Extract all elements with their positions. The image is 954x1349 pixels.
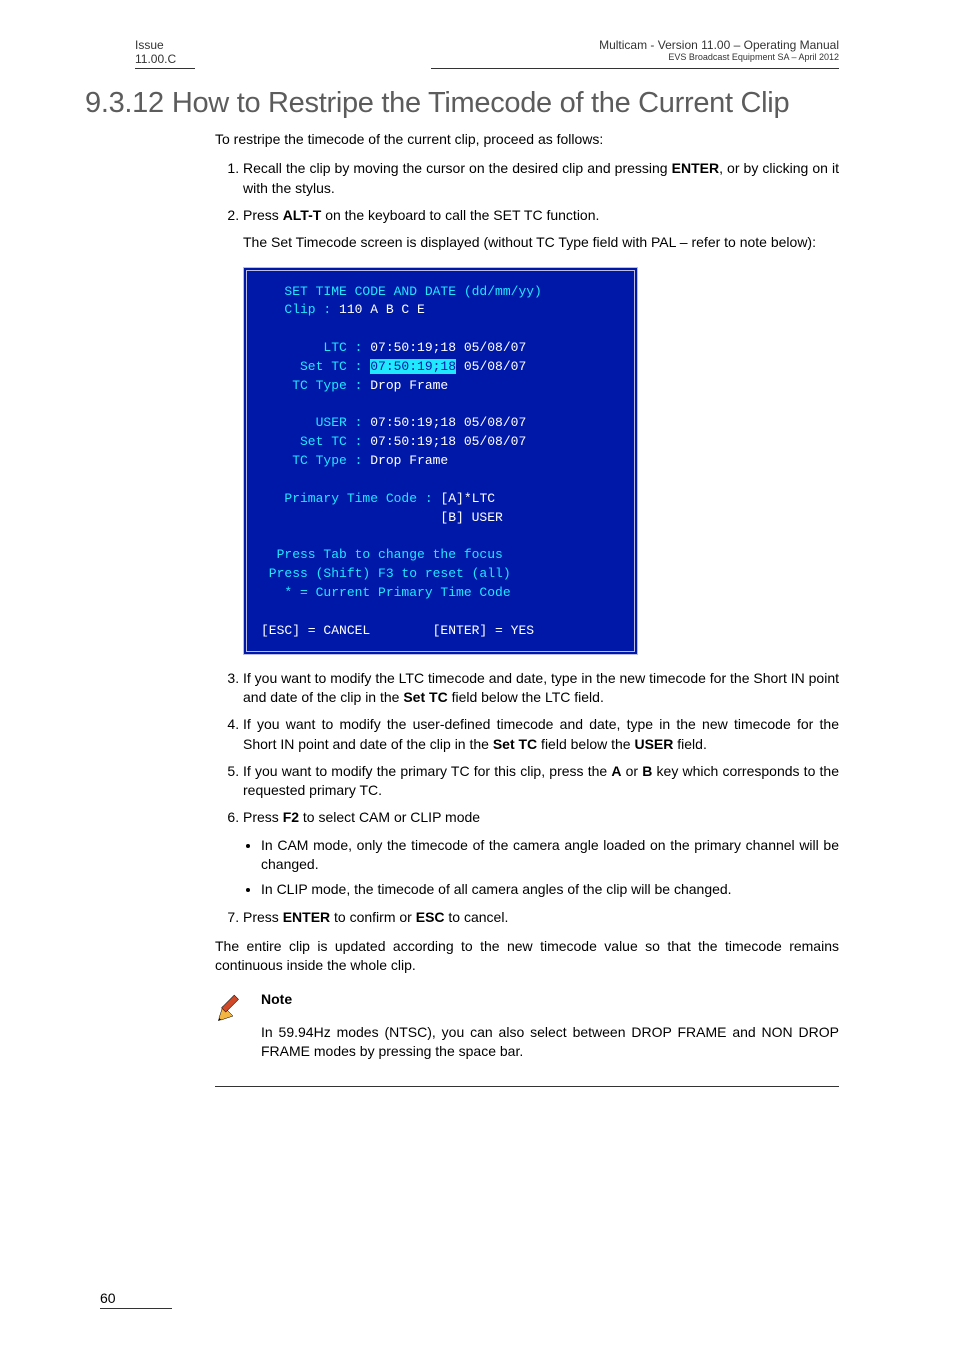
steps-list: Recall the clip by moving the cursor on … — [215, 159, 839, 927]
step-5-text-a: If you want to modify the primary TC for… — [243, 763, 611, 779]
manual-title: Multicam - Version 11.00 – Operating Man… — [599, 38, 839, 52]
step-4-text-e: field. — [673, 736, 706, 752]
step-3: If you want to modify the LTC timecode a… — [243, 669, 839, 708]
step-7-key-esc: ESC — [416, 909, 445, 925]
step-2: Press ALT-T on the keyboard to call the … — [243, 206, 839, 655]
step-6-bullet-2: In CLIP mode, the timecode of all camera… — [261, 880, 839, 899]
step-7-text-c: to confirm or — [330, 909, 416, 925]
step-6-text-a: Press — [243, 809, 283, 825]
term-line-19: [ESC] = CANCEL [ENTER] = YES — [261, 623, 534, 638]
section-number: 9.3.12 — [85, 87, 164, 119]
term-line-4b: 07:50:19;18 05/08/07 — [370, 340, 526, 355]
term-line-5b-selected: 07:50:19;18 — [370, 359, 456, 374]
term-line-9b: 07:50:19;18 05/08/07 — [370, 434, 526, 449]
term-line-8a: USER : — [261, 415, 370, 430]
issue-version: 11.00.C — [135, 52, 176, 66]
pencil-icon — [215, 990, 247, 1022]
section-title-text: How to Restripe the Timecode of the Curr… — [172, 87, 789, 119]
step-4-text-c: field below the — [537, 736, 634, 752]
step-7-key-enter: ENTER — [283, 909, 330, 925]
term-line-5c: 05/08/07 — [456, 359, 526, 374]
term-line-10b: Drop Frame — [370, 453, 448, 468]
note-block: Note In 59.94Hz modes (NTSC), you can al… — [215, 990, 839, 1076]
step-2-text-a: Press — [243, 207, 283, 223]
step-4-set-tc: Set TC — [493, 736, 537, 752]
note-title: Note — [261, 990, 839, 1009]
manual-subtitle: EVS Broadcast Equipment SA – April 2012 — [599, 52, 839, 62]
step-5-key-a: A — [611, 763, 621, 779]
step-6: Press F2 to select CAM or CLIP mode In C… — [243, 808, 839, 899]
step-3-set-tc: Set TC — [403, 689, 447, 705]
set-timecode-terminal: SET TIME CODE AND DATE (dd/mm/yy) Clip :… — [243, 267, 638, 655]
page-number-value: 60 — [100, 1290, 116, 1306]
note-content: Note In 59.94Hz modes (NTSC), you can al… — [261, 990, 839, 1076]
step-5: If you want to modify the primary TC for… — [243, 762, 839, 801]
header-left: Issue 11.00.C — [135, 38, 176, 66]
header-rule-right — [431, 68, 839, 69]
page-number: 60 — [100, 1290, 172, 1309]
step-4-user: USER — [634, 736, 673, 752]
term-line-2a: Clip : — [261, 302, 339, 317]
term-line-15: Press Tab to change the focus — [261, 547, 503, 562]
closing-paragraph: The entire clip is updated according to … — [215, 937, 839, 976]
term-line-8b: 07:50:19;18 05/08/07 — [370, 415, 526, 430]
term-line-12b: [A]*LTC — [440, 491, 495, 506]
step-2-text-d: The Set Timecode screen is displayed (wi… — [243, 233, 839, 252]
intro-text: To restripe the timecode of the current … — [215, 130, 839, 149]
term-line-13: [B] USER — [261, 510, 503, 525]
terminal-screenshot-wrap: SET TIME CODE AND DATE (dd/mm/yy) Clip :… — [243, 267, 839, 655]
section-title: 9.3.12How to Restripe the Timecode of th… — [85, 87, 839, 120]
term-line-17: * = Current Primary Time Code — [261, 585, 511, 600]
term-line-9a: Set TC : — [261, 434, 370, 449]
step-6-sublist: In CAM mode, only the timecode of the ca… — [261, 836, 839, 900]
term-line-2b: 110 A B C E — [339, 302, 425, 317]
step-1-key-enter: ENTER — [672, 160, 719, 176]
step-6-text-c: to select CAM or CLIP mode — [299, 809, 480, 825]
step-7-text-a: Press — [243, 909, 283, 925]
step-6-key-f2: F2 — [283, 809, 299, 825]
term-line-1: SET TIME CODE AND DATE (dd/mm/yy) — [261, 284, 542, 299]
step-3-text-c: field below the LTC field. — [448, 689, 604, 705]
term-line-4a: LTC : — [261, 340, 370, 355]
step-2-key-alt-t: ALT-T — [283, 207, 322, 223]
term-line-12a: Primary Time Code : — [261, 491, 440, 506]
header-rule-left — [135, 68, 195, 69]
page-header: Issue 11.00.C Multicam - Version 11.00 –… — [135, 38, 839, 66]
intro-paragraph: To restripe the timecode of the current … — [215, 130, 839, 149]
step-5-key-b: B — [642, 763, 652, 779]
term-line-5a: Set TC : — [261, 359, 370, 374]
issue-label: Issue — [135, 38, 176, 52]
step-7: Press ENTER to confirm or ESC to cancel. — [243, 908, 839, 927]
step-1: Recall the clip by moving the cursor on … — [243, 159, 839, 198]
header-right: Multicam - Version 11.00 – Operating Man… — [599, 38, 839, 66]
note-body: In 59.94Hz modes (NTSC), you can also se… — [261, 1023, 839, 1062]
term-line-16: Press (Shift) F3 to reset (all) — [261, 566, 511, 581]
term-line-10a: TC Type : — [261, 453, 370, 468]
note-rule — [215, 1086, 839, 1087]
page: Issue 11.00.C Multicam - Version 11.00 –… — [0, 0, 954, 1349]
step-7-text-e: to cancel. — [445, 909, 509, 925]
term-line-6b: Drop Frame — [370, 378, 448, 393]
term-line-6a: TC Type : — [261, 378, 370, 393]
step-2-text-c: on the keyboard to call the SET TC funct… — [321, 207, 599, 223]
step-6-bullet-1: In CAM mode, only the timecode of the ca… — [261, 836, 839, 875]
step-4: If you want to modify the user-defined t… — [243, 715, 839, 754]
step-5-text-c: or — [621, 763, 642, 779]
header-rules — [135, 66, 839, 69]
step-1-text-a: Recall the clip by moving the cursor on … — [243, 160, 672, 176]
closing-text: The entire clip is updated according to … — [215, 937, 839, 976]
page-number-rule — [100, 1308, 172, 1309]
